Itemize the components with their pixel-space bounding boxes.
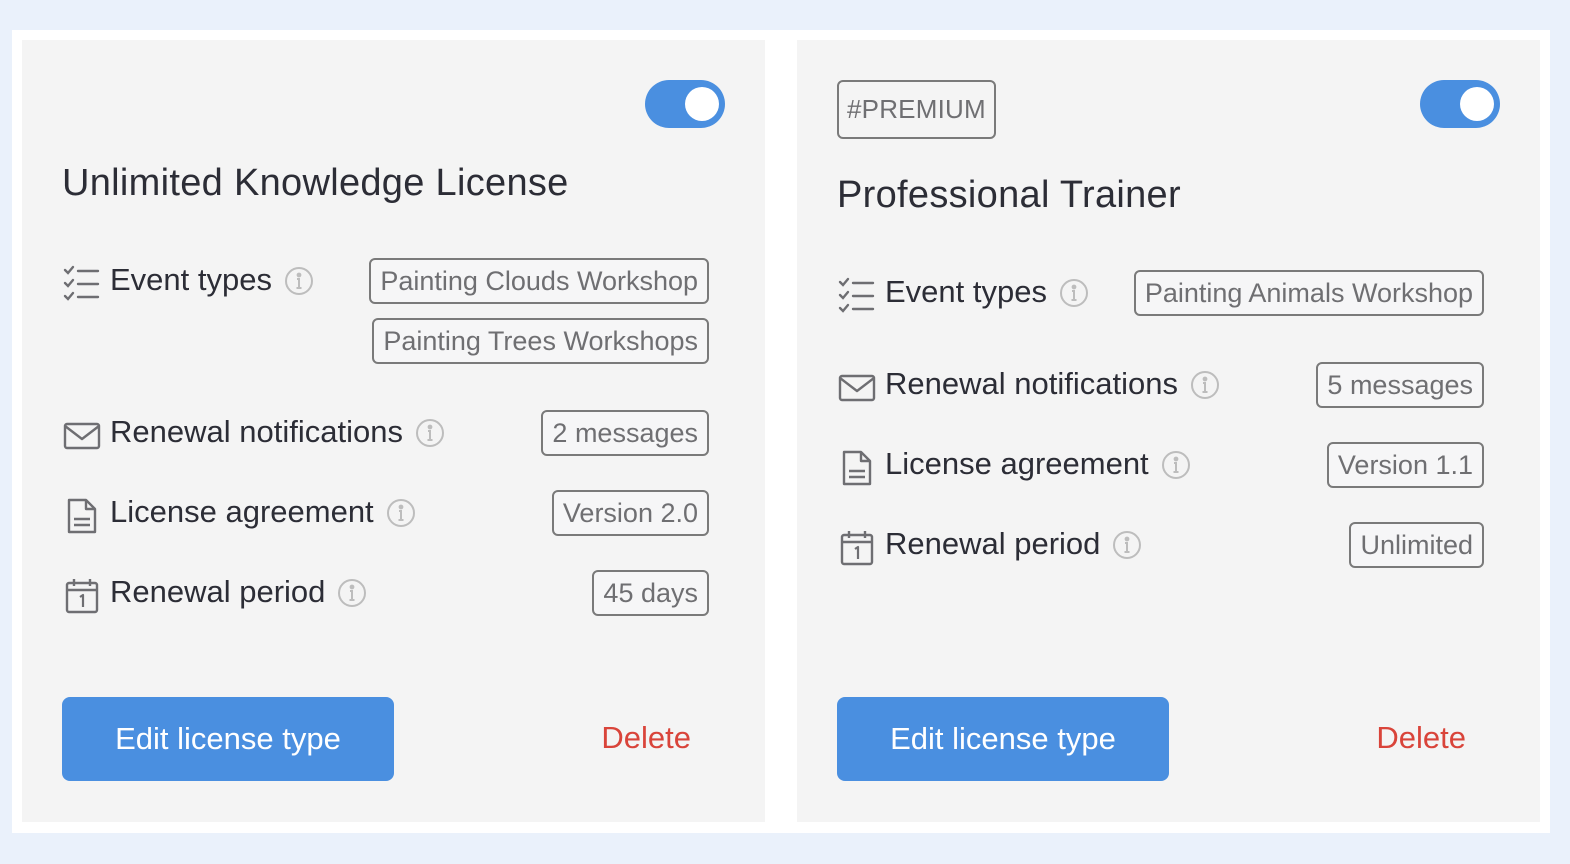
label-text: Event types: [885, 274, 1047, 309]
license-card: Unlimited Knowledge License Event types …: [22, 40, 765, 822]
toggle-knob: [1460, 87, 1494, 121]
checklist-icon: [62, 264, 102, 304]
edit-license-type-button[interactable]: Edit license type: [62, 697, 394, 781]
label-text: Event types: [110, 262, 272, 297]
renewal-notifications-row: Renewal notifications 2 messages: [62, 410, 709, 458]
calendar-icon: [62, 576, 102, 616]
delete-link[interactable]: Delete: [1376, 720, 1466, 756]
label-text: Renewal period: [110, 574, 326, 609]
premium-tag: #PREMIUM: [837, 80, 996, 139]
event-type-badges: Painting Clouds Workshop Painting Trees …: [369, 258, 709, 378]
license-agreement-value[interactable]: Version 1.1: [1326, 442, 1484, 488]
value-wrap: 45 days: [592, 570, 709, 630]
value-wrap: 2 messages: [541, 410, 709, 470]
license-agreement-row: License agreement Version 1.1: [837, 442, 1484, 490]
label-text: Renewal notifications: [110, 414, 403, 449]
renewal-period-row: Renewal period 45 days: [62, 570, 709, 618]
info-icon[interactable]: [284, 266, 314, 296]
renewal-period-value[interactable]: 45 days: [592, 570, 709, 616]
label-text: License agreement: [885, 446, 1149, 481]
license-agreement-value[interactable]: Version 2.0: [551, 490, 709, 536]
license-title: Professional Trainer: [837, 174, 1181, 216]
info-icon[interactable]: [1059, 278, 1089, 308]
calendar-icon: [837, 528, 877, 568]
renewal-notifications-row: Renewal notifications 5 messages: [837, 362, 1484, 410]
toggle-knob: [685, 87, 719, 121]
renewal-period-label: Renewal period: [885, 526, 1142, 562]
renewal-notifications-value[interactable]: 2 messages: [541, 410, 709, 456]
event-type-badge[interactable]: Painting Animals Workshop: [1133, 270, 1484, 316]
event-type-badges: Painting Animals Workshop: [1133, 270, 1484, 330]
envelope-icon: [837, 368, 877, 408]
renewal-notifications-value[interactable]: 5 messages: [1316, 362, 1484, 408]
envelope-icon: [62, 416, 102, 456]
event-type-badge[interactable]: Painting Trees Workshops: [372, 318, 709, 364]
checklist-icon: [837, 276, 877, 316]
event-types-row: Event types Painting Animals Workshop: [837, 270, 1484, 318]
renewal-period-row: Renewal period Unlimited: [837, 522, 1484, 570]
license-agreement-row: License agreement Version 2.0: [62, 490, 709, 538]
value-wrap: Unlimited: [1349, 522, 1484, 582]
value-wrap: Version 1.1: [1326, 442, 1484, 502]
event-types-label: Event types: [885, 274, 1089, 310]
info-icon[interactable]: [337, 578, 367, 608]
event-types-row: Event types Painting Clouds Workshop Pai…: [62, 258, 709, 364]
event-types-label: Event types: [110, 262, 314, 298]
label-text: License agreement: [110, 494, 374, 529]
license-title: Unlimited Knowledge License: [62, 162, 569, 204]
label-text: Renewal period: [885, 526, 1101, 561]
event-type-badge[interactable]: Painting Clouds Workshop: [369, 258, 709, 304]
enabled-toggle[interactable]: [645, 80, 725, 128]
info-icon[interactable]: [1161, 450, 1191, 480]
info-icon[interactable]: [386, 498, 416, 528]
license-agreement-label: License agreement: [110, 494, 416, 530]
license-card: #PREMIUM Professional Trainer Event type…: [797, 40, 1540, 822]
renewal-period-value[interactable]: Unlimited: [1349, 522, 1484, 568]
value-wrap: Version 2.0: [551, 490, 709, 550]
renewal-notifications-label: Renewal notifications: [110, 414, 445, 450]
delete-link[interactable]: Delete: [601, 720, 691, 756]
renewal-period-label: Renewal period: [110, 574, 367, 610]
label-text: Renewal notifications: [885, 366, 1178, 401]
renewal-notifications-label: Renewal notifications: [885, 366, 1220, 402]
info-icon[interactable]: [1112, 530, 1142, 560]
edit-license-type-button[interactable]: Edit license type: [837, 697, 1169, 781]
info-icon[interactable]: [415, 418, 445, 448]
info-icon[interactable]: [1190, 370, 1220, 400]
license-agreement-label: License agreement: [885, 446, 1191, 482]
document-icon: [837, 448, 877, 488]
value-wrap: 5 messages: [1316, 362, 1484, 422]
document-icon: [62, 496, 102, 536]
enabled-toggle[interactable]: [1420, 80, 1500, 128]
